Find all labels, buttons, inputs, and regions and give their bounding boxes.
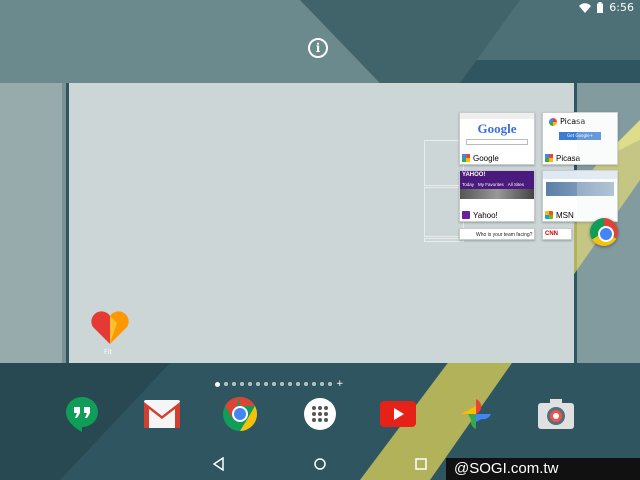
page-dot[interactable] [232, 382, 236, 386]
page-indicator: + [215, 380, 344, 389]
bookmark-nfl[interactable]: Who is your team facing? [459, 228, 535, 240]
picasa-icon [549, 117, 557, 126]
page-dot[interactable] [215, 381, 220, 387]
widget-slot-outline [424, 187, 464, 237]
yahoo-header: YAHOO! [462, 172, 486, 178]
widget-slot-outline [424, 140, 464, 186]
page-dot[interactable] [288, 382, 292, 386]
chrome-icon [590, 218, 618, 246]
google-logo: Google [477, 121, 517, 136]
page-dot[interactable] [280, 382, 284, 386]
bookmark-cnn[interactable]: CNN [542, 228, 572, 240]
home-icon[interactable] [313, 457, 327, 471]
status-bar: 6:56 [0, 0, 640, 16]
wifi-icon [579, 2, 592, 13]
yahoo-favicon [462, 211, 470, 219]
home-page-current[interactable]: Google Google Picasa Get Google+ Picasa … [66, 83, 618, 363]
info-icon[interactable]: i [308, 38, 328, 58]
yahoo-tab: All Sites [507, 182, 525, 187]
page-dot[interactable] [272, 382, 276, 386]
picasa-favicon [545, 154, 553, 162]
home-page-preview-left[interactable] [0, 83, 62, 363]
page-dot[interactable] [224, 382, 228, 386]
watermark: @SOGI.com.tw [446, 458, 640, 480]
page-dot[interactable] [256, 382, 260, 386]
page-dot[interactable] [240, 382, 244, 386]
msn-favicon [545, 211, 553, 219]
widget-slot-outline [424, 238, 464, 242]
google-fit-heart-icon[interactable] [90, 310, 130, 344]
add-page-icon[interactable]: + [336, 380, 344, 389]
recents-icon[interactable] [414, 457, 428, 471]
status-time: 6:56 [609, 1, 634, 14]
camera-icon[interactable] [538, 396, 574, 432]
page-dot[interactable] [320, 382, 324, 386]
page-dot[interactable] [312, 382, 316, 386]
google-favicon [462, 154, 470, 162]
gmail-icon[interactable] [144, 396, 180, 432]
chrome-icon[interactable] [222, 396, 258, 432]
page-dot[interactable] [304, 382, 308, 386]
bookmark-yahoo[interactable]: YAHOO! Today My Favorites All Sites Yaho… [459, 170, 535, 222]
cnn-header: CNN [545, 231, 558, 237]
photos-icon[interactable] [458, 396, 494, 432]
app-label-fit: Fit [103, 348, 113, 356]
battery-icon [597, 2, 604, 13]
yahoo-tab: Today [462, 182, 475, 187]
youtube-icon[interactable] [380, 396, 416, 432]
back-icon[interactable] [212, 457, 226, 471]
yahoo-tab: My Favorites [478, 182, 504, 187]
app-drawer-icon[interactable] [302, 396, 338, 432]
hangouts-icon[interactable] [64, 396, 100, 432]
page-dot[interactable] [328, 382, 332, 386]
page-dot[interactable] [248, 382, 252, 386]
nfl-header: Who is your team facing? [476, 232, 533, 238]
page-dot[interactable] [296, 382, 300, 386]
bookmark-google[interactable]: Google Google [459, 112, 535, 165]
page-dot[interactable] [264, 382, 268, 386]
